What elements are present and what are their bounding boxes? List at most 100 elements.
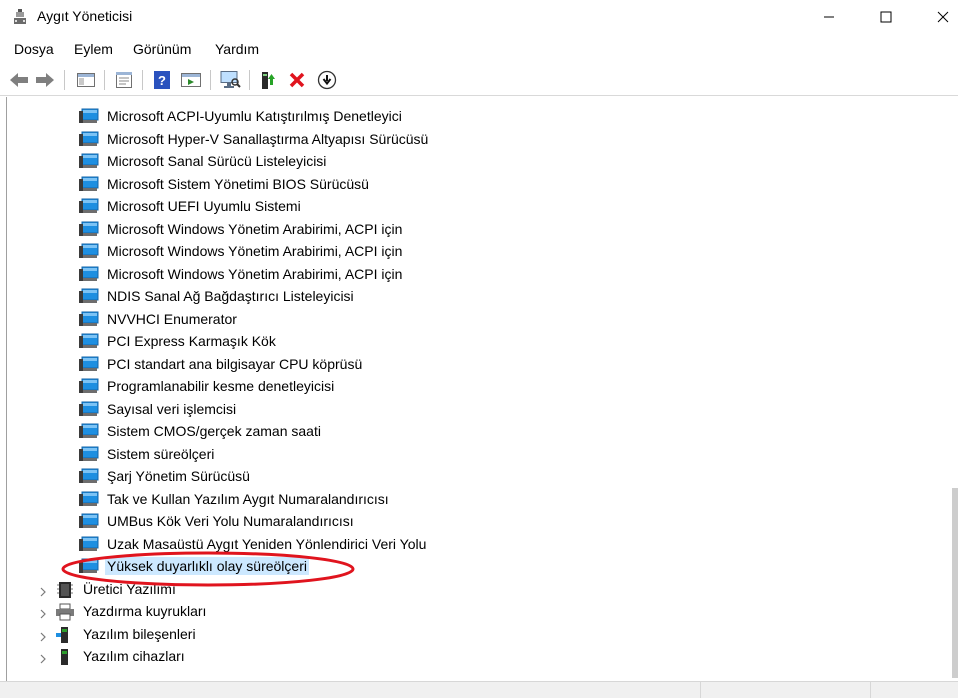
category-label: Yazılım bileşenleri: [83, 625, 196, 642]
device-label: UMBus Kök Veri Yolu Numaralandırıcısı: [107, 513, 354, 529]
disable-device-button[interactable]: [316, 69, 338, 91]
device-row[interactable]: PCI standart ana bilgisayar CPU köprüsü: [79, 353, 364, 375]
device-label: Microsoft Hyper-V Sanallaştırma Altyapıs…: [107, 130, 429, 147]
window-title: Aygıt Yöneticisi: [37, 8, 133, 24]
device-row[interactable]: Microsoft Windows Yönetim Arabirimi, ACP…: [79, 263, 404, 285]
help-icon: ?: [154, 71, 170, 89]
back-button[interactable]: [8, 69, 30, 91]
status-segment: [700, 682, 701, 698]
scan-hardware-icon: [220, 71, 241, 88]
system-device-icon: [79, 513, 99, 529]
device-label: Şarj Yönetim Sürücüsü: [107, 468, 250, 484]
device-label: Yüksek duyarlıklı olay süreölçeri: [105, 557, 309, 575]
status-segment: [870, 682, 871, 698]
system-device-icon: [79, 198, 99, 214]
scrollbar-thumb[interactable]: [952, 488, 958, 678]
device-row[interactable]: Sistem CMOS/gerçek zaman saati: [79, 420, 323, 442]
status-bar: [0, 681, 958, 698]
device-row[interactable]: Microsoft Windows Yönetim Arabirimi, ACP…: [79, 240, 404, 262]
system-device-icon: [79, 468, 99, 484]
device-row[interactable]: Microsoft Hyper-V Sanallaştırma Altyapıs…: [79, 128, 430, 150]
toolbar-separator: [249, 70, 250, 90]
toolbar-separator: [64, 70, 65, 90]
device-row[interactable]: Şarj Yönetim Sürücüsü: [79, 465, 252, 487]
system-device-icon: [79, 221, 99, 237]
device-row[interactable]: PCI Express Karmaşık Kök: [79, 330, 278, 352]
device-row[interactable]: Microsoft Sistem Yönetimi BIOS Sürücüsü: [79, 173, 371, 195]
system-device-icon: [79, 243, 99, 259]
firmware-chip-icon: [55, 581, 75, 598]
device-row[interactable]: Microsoft UEFI Uyumlu Sistemi: [79, 195, 303, 217]
toolbar-separator: [104, 70, 105, 90]
toolbar-separator: [210, 70, 211, 90]
device-row[interactable]: Sayısal veri işlemcisi: [79, 398, 238, 420]
uninstall-device-button[interactable]: [286, 69, 308, 91]
show-hide-tree-button[interactable]: [75, 69, 97, 91]
device-label: Uzak Masaüstü Aygıt Yeniden Yönlendirici…: [107, 535, 427, 552]
properties-icon: [116, 72, 132, 88]
forward-button[interactable]: [34, 69, 56, 91]
toolbar: ?: [0, 64, 958, 96]
device-row[interactable]: Microsoft ACPI-Uyumlu Katıştırılmış Dene…: [79, 105, 404, 127]
category-label: Üretici Yazılımı: [83, 580, 176, 597]
update-driver-button[interactable]: [257, 69, 279, 91]
expand-chevron-icon[interactable]: [38, 629, 48, 641]
system-device-icon: [79, 558, 99, 574]
system-device-icon: [79, 311, 99, 327]
device-row[interactable]: Microsoft Sanal Sürücü Listeleyicisi: [79, 150, 328, 172]
properties-button[interactable]: [113, 69, 135, 91]
device-label: Microsoft Sanal Sürücü Listeleyicisi: [107, 153, 327, 169]
close-button[interactable]: [920, 0, 958, 34]
maximize-button[interactable]: [863, 0, 909, 34]
system-device-icon: [79, 333, 99, 349]
device-label: Programlanabilir kesme denetleyicisi: [107, 378, 335, 394]
forward-arrow-icon: [36, 73, 54, 87]
device-label: Microsoft Sistem Yönetimi BIOS Sürücüsü: [107, 175, 369, 192]
device-label: Microsoft Windows Yönetim Arabirimi, ACP…: [107, 243, 403, 259]
device-label: Microsoft ACPI-Uyumlu Katıştırılmış Dene…: [107, 108, 402, 124]
printer-icon: [55, 603, 75, 621]
software-device-icon: [55, 648, 75, 665]
device-row[interactable]: Programlanabilir kesme denetleyicisi: [79, 375, 336, 397]
device-label: NDIS Sanal Ağ Bağdaştırıcı Listeleyicisi: [107, 288, 354, 304]
device-row[interactable]: Tak ve Kullan Yazılım Aygıt Numaralandır…: [79, 488, 391, 510]
action-pane-button[interactable]: [180, 69, 202, 91]
uninstall-device-icon: [289, 72, 305, 88]
category-label: Yazılım cihazları: [83, 648, 185, 664]
category-row[interactable]: Yazdırma kuyrukları: [55, 600, 208, 622]
menu-dosya[interactable]: Dosya: [14, 41, 54, 57]
device-row[interactable]: Uzak Masaüstü Aygıt Yeniden Yönlendirici…: [79, 533, 428, 555]
close-icon: [937, 11, 949, 23]
expand-chevron-icon[interactable]: [38, 651, 48, 664]
category-row[interactable]: Üretici Yazılımı: [55, 578, 178, 600]
update-driver-icon: [262, 72, 275, 89]
category-row[interactable]: Yazılım bileşenleri: [55, 623, 198, 645]
maximize-icon: [880, 11, 892, 23]
system-device-icon: [79, 288, 99, 304]
system-device-icon: [79, 401, 99, 417]
help-button[interactable]: ?: [151, 69, 173, 91]
device-row[interactable]: NDIS Sanal Ağ Bağdaştırıcı Listeleyicisi: [79, 285, 356, 307]
minimize-button[interactable]: [806, 0, 852, 34]
system-device-icon: [79, 266, 99, 282]
device-label: PCI Express Karmaşık Kök: [107, 333, 276, 349]
menu-eylem[interactable]: Eylem: [74, 41, 113, 57]
device-row[interactable]: UMBus Kök Veri Yolu Numaralandırıcısı: [79, 510, 356, 532]
title-bar: Aygıt Yöneticisi: [0, 0, 958, 34]
toolbar-separator: [142, 70, 143, 90]
device-row[interactable]: Yüksek duyarlıklı olay süreölçeri: [79, 555, 309, 577]
device-row[interactable]: NVVHCI Enumerator: [79, 308, 239, 330]
menu-yardim[interactable]: Yardım: [215, 41, 259, 57]
system-device-icon: [79, 446, 99, 462]
scan-hardware-button[interactable]: [219, 69, 241, 91]
device-row[interactable]: Sistem süreölçeri: [79, 443, 216, 465]
device-label: NVVHCI Enumerator: [107, 310, 237, 327]
system-device-icon: [79, 131, 99, 147]
menu-gorunum[interactable]: Görünüm: [133, 41, 191, 57]
device-row[interactable]: Microsoft Windows Yönetim Arabirimi, ACP…: [79, 218, 404, 240]
system-device-icon: [79, 423, 99, 439]
expand-chevron-icon[interactable]: [38, 584, 48, 596]
system-device-icon: [79, 491, 99, 507]
expand-chevron-icon[interactable]: [38, 606, 48, 619]
category-row[interactable]: Yazılım cihazları: [55, 645, 187, 667]
